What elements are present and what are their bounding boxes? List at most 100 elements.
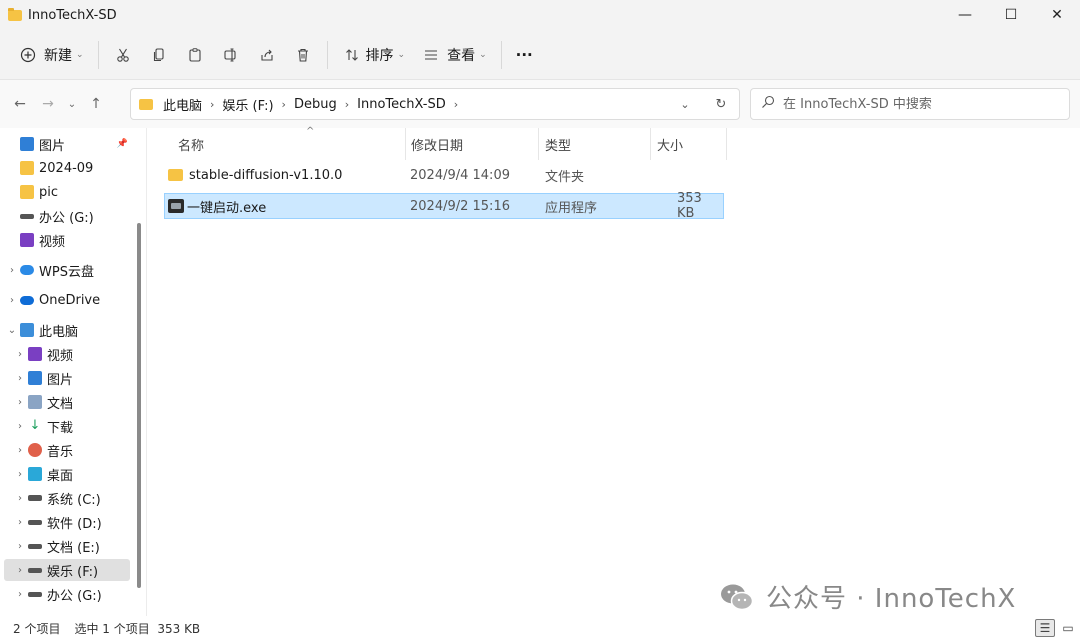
chevron-right-icon[interactable]: › [4,295,20,306]
sidebar-item-drive-d[interactable]: › 软件 (D:) [12,511,138,533]
chevron-right-icon[interactable]: › [210,98,214,111]
column-label: 名称 [178,138,205,154]
breadcrumb-drive-f[interactable]: 娱乐 (F:) [222,95,273,114]
sidebar-item-label: 文档 [47,396,74,412]
sidebar-item-desktop[interactable]: › 桌面 [12,463,138,485]
history-dropdown-icon[interactable]: ⌄ [667,98,703,111]
back-button[interactable]: ← [6,90,34,118]
toolbar-divider [500,40,502,69]
more-button[interactable]: ··· [508,39,541,71]
scissors-icon [113,45,133,65]
documents-icon [28,395,42,409]
chevron-right-icon[interactable]: › [345,98,349,111]
sidebar-item-label: 视频 [39,234,66,250]
column-header-size[interactable]: 大小 [649,128,727,160]
drive-icon [20,213,34,219]
tiles-view-button[interactable]: ▭ [1058,619,1078,637]
up-button[interactable]: ↑ [82,90,110,118]
sidebar-item-videos[interactable]: › 视频 [12,343,138,365]
refresh-icon[interactable]: ↻ [703,97,739,112]
chevron-right-icon[interactable]: › [4,265,20,276]
sidebar-item-downloads[interactable]: › ↓ 下载 [12,415,138,437]
view-button[interactable]: 查看 ⌄ [413,39,495,71]
copy-button[interactable] [141,39,177,71]
navigation-pane: 图片 📌 2024-09 pic 办公 (G:) 视频 › WPS云盘 › On… [0,128,146,616]
chevron-right-icon[interactable]: › [12,349,28,360]
chevron-right-icon[interactable]: › [12,541,28,552]
column-label: 类型 [545,138,572,154]
item-count: 2 个项目 [13,621,61,636]
sidebar-item-documents[interactable]: › 文档 [12,391,138,413]
chevron-right-icon[interactable]: › [12,469,28,480]
sidebar-item-label: 系统 (C:) [47,492,101,508]
chevron-right-icon[interactable]: › [282,98,286,111]
column-header-modified[interactable]: 修改日期 [403,128,539,160]
chevron-right-icon[interactable]: › [12,421,28,432]
new-button[interactable]: 新建 ⌄ [10,39,92,71]
chevron-right-icon[interactable]: › [12,565,28,576]
pin-icon[interactable]: 📌 [117,139,128,149]
pictures-icon [28,371,42,385]
folder-icon [20,185,34,199]
sidebar-item-drive-c[interactable]: › 系统 (C:) [12,487,138,509]
sidebar-item-drive-g-quick[interactable]: 办公 (G:) [4,205,130,227]
file-row-folder[interactable]: stable-diffusion-v1.10.0 2024/9/4 14:09 … [164,163,724,189]
chevron-right-icon[interactable]: › [12,589,28,600]
breadcrumb-debug[interactable]: Debug [294,97,337,112]
sidebar-item-music[interactable]: › 音乐 [12,439,138,461]
sidebar-item-label: OneDrive [39,292,101,308]
maximize-button[interactable]: ☐ [988,0,1034,30]
sidebar-item-this-pc[interactable]: ⌄ 此电脑 [4,319,130,341]
sidebar-item-2024-09[interactable]: 2024-09 [4,157,130,179]
sidebar-item-videos-quick[interactable]: 视频 [4,229,130,251]
chevron-right-icon[interactable]: › [12,397,28,408]
cut-button[interactable] [105,39,141,71]
chevron-down-icon: ⌄ [67,98,77,110]
sidebar-item-label: WPS云盘 [39,264,94,280]
rename-icon [221,45,241,65]
search-box[interactable] [750,88,1070,120]
details-view-button[interactable]: ☰ [1035,619,1055,637]
recent-locations-button[interactable]: ⌄ [62,90,82,118]
column-header-name[interactable]: 名称 ^ [170,126,406,160]
more-icon: ··· [515,45,533,64]
chevron-down-icon[interactable]: ⌄ [4,325,20,336]
sidebar-item-label: pic [39,184,59,200]
drive-icon [28,591,42,597]
sidebar-item-drive-g[interactable]: › 办公 (G:) [12,583,138,605]
chevron-right-icon[interactable]: › [454,98,458,111]
sidebar-item-drive-f[interactable]: › 娱乐 (F:) [4,559,130,581]
sidebar-item-wps-cloud[interactable]: › WPS云盘 [4,259,130,281]
sidebar-item-pictures[interactable]: › 图片 [12,367,138,389]
minimize-button[interactable]: — [942,0,988,30]
sidebar-item-label: 2024-09 [39,160,94,176]
share-button[interactable] [249,39,285,71]
file-row-exe[interactable]: 一键启动.exe 2024/9/2 15:16 应用程序 353 KB [164,191,724,221]
arrow-right-icon: → [42,96,54,112]
breadcrumb-this-pc[interactable]: 此电脑 [163,95,202,114]
chevron-down-icon: ⌄ [397,49,406,60]
sidebar-scrollbar[interactable] [137,223,141,588]
wechat-icon [721,584,754,610]
sidebar-item-onedrive[interactable]: › OneDrive [4,289,130,311]
breadcrumb-innotechx-sd[interactable]: InnoTechX-SD [357,97,446,112]
search-input[interactable] [783,96,1063,112]
sidebar-item-pic[interactable]: pic [4,181,130,203]
forward-button[interactable]: → [34,90,62,118]
column-header-type[interactable]: 类型 [537,128,651,160]
sort-button[interactable]: 排序 ⌄ [334,39,414,71]
list-view-icon [421,45,441,65]
close-button[interactable]: ✕ [1034,0,1080,30]
paste-button[interactable] [177,39,213,71]
chevron-right-icon[interactable]: › [12,445,28,456]
chevron-right-icon[interactable]: › [12,517,28,528]
chevron-right-icon[interactable]: › [12,373,28,384]
delete-button[interactable] [285,39,321,71]
sidebar-item-pictures-quick[interactable]: 图片 📌 [4,133,130,155]
sidebar-item-drive-e[interactable]: › 文档 (E:) [12,535,138,557]
address-bar[interactable]: 此电脑 › 娱乐 (F:) › Debug › InnoTechX-SD › ⌄… [130,88,740,120]
chevron-right-icon[interactable]: › [12,493,28,504]
status-bar: 2 个项目 选中 1 个项目 353 KB ☰ ▭ [0,616,1080,640]
rename-button[interactable] [213,39,249,71]
toolbar-divider [326,40,328,69]
